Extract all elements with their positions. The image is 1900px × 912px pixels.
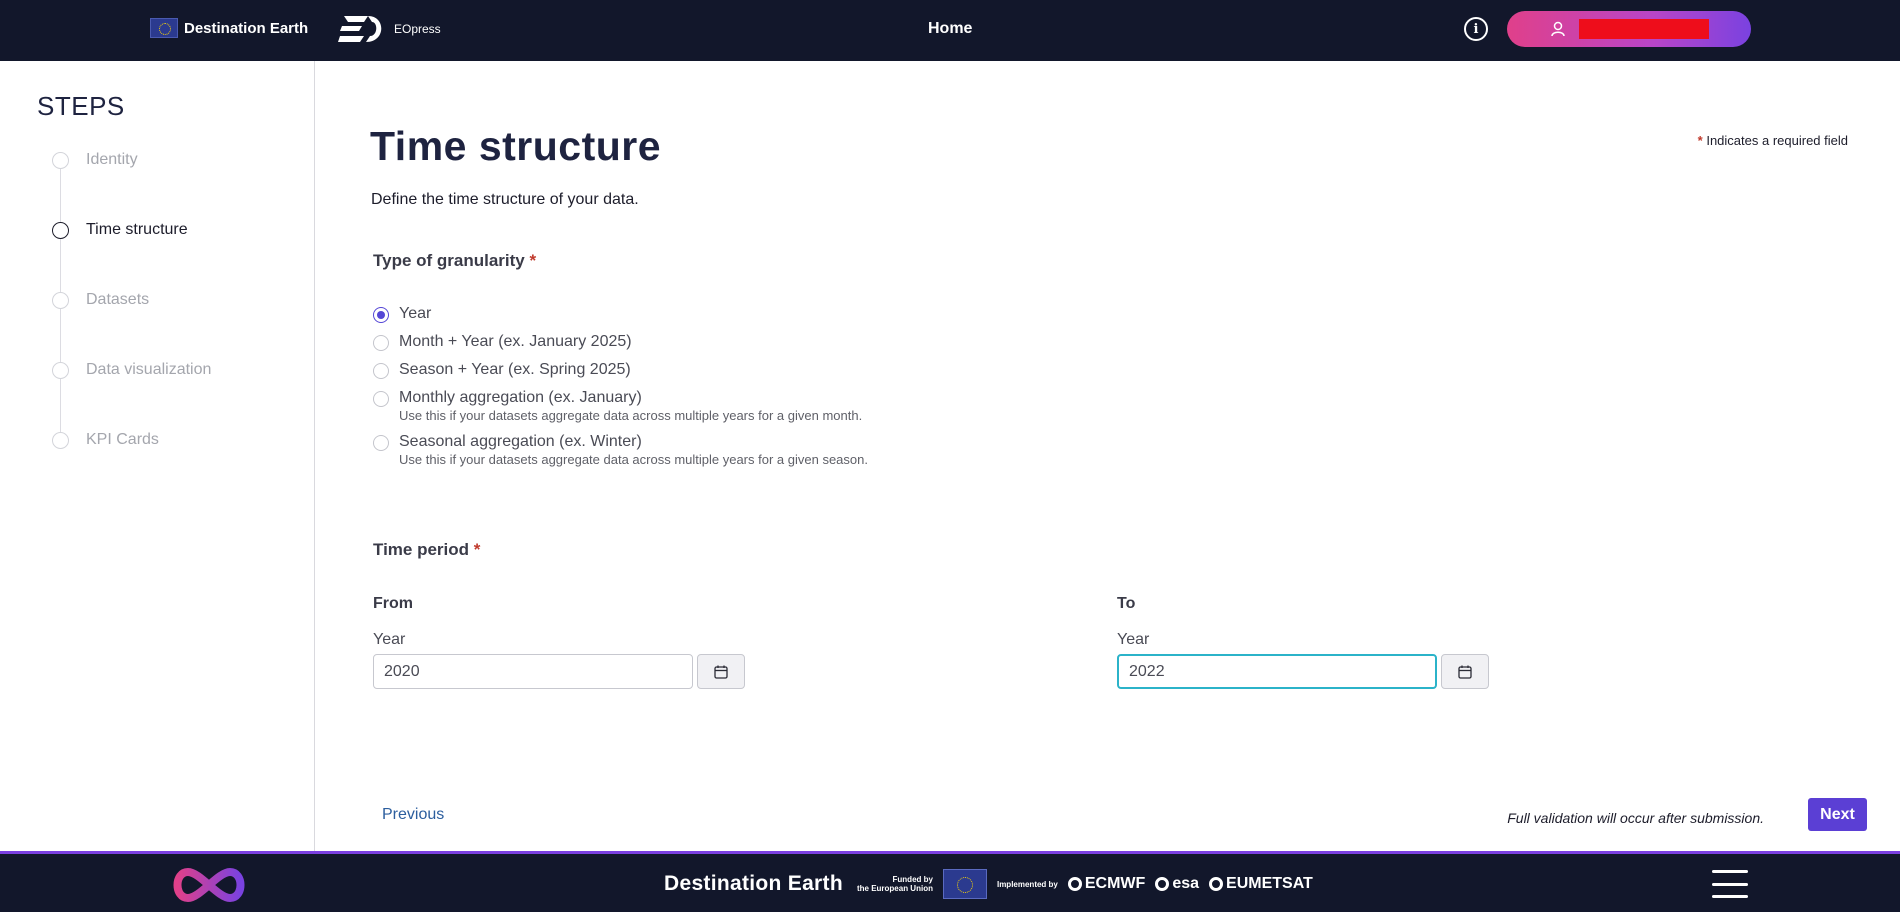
radio-label: Year bbox=[399, 305, 432, 322]
eopress-brand[interactable]: EOpress bbox=[338, 12, 441, 46]
page-subtitle: Define the time structure of your data. bbox=[371, 191, 639, 208]
to-year-label: Year bbox=[1117, 631, 1150, 648]
radio-option-season-year[interactable]: Season + Year (ex. Spring 2025) bbox=[373, 361, 1073, 379]
step-time-structure[interactable]: Time structure bbox=[52, 221, 188, 239]
required-star: * bbox=[529, 251, 537, 270]
infinity-logo-icon[interactable] bbox=[166, 864, 252, 906]
radio-button[interactable] bbox=[373, 435, 389, 451]
destination-earth-brand[interactable]: Destination Earth bbox=[150, 18, 308, 38]
funded-line-1: Funded by bbox=[892, 875, 933, 884]
nav-home-link[interactable]: Home bbox=[928, 20, 972, 38]
step-kpi-cards[interactable]: KPI Cards bbox=[52, 431, 159, 449]
step-label: Time structure bbox=[86, 221, 188, 238]
username-redacted bbox=[1579, 19, 1709, 39]
step-identity[interactable]: Identity bbox=[52, 151, 138, 169]
partner-eumetsat: EUMETSAT bbox=[1209, 875, 1313, 893]
eopress-label: EOpress bbox=[394, 22, 441, 36]
radio-option-year[interactable]: Year bbox=[373, 305, 1073, 323]
partner-label: ECMWF bbox=[1084, 875, 1146, 892]
time-period-label-text: Time period bbox=[373, 540, 470, 559]
funded-by-text: Funded by the European Union bbox=[857, 875, 933, 893]
step-label: Identity bbox=[86, 151, 138, 168]
eopress-logo-icon bbox=[338, 12, 390, 46]
time-period-label: Time period * bbox=[373, 540, 480, 560]
required-note-text: Indicates a required field bbox=[1706, 133, 1848, 148]
radio-option-seasonal-aggregation[interactable]: Seasonal aggregation (ex. Winter) Use th… bbox=[373, 433, 1073, 467]
calendar-icon bbox=[1458, 665, 1472, 679]
eu-flag-icon bbox=[150, 18, 178, 38]
step-dot-icon bbox=[52, 291, 69, 309]
validation-note: Full validation will occur after submiss… bbox=[1507, 810, 1764, 826]
next-button[interactable]: Next bbox=[1808, 798, 1867, 831]
granularity-label-text: Type of granularity bbox=[373, 251, 525, 270]
page-title: Time structure bbox=[370, 123, 662, 169]
radio-label: Seasonal aggregation (ex. Winter) bbox=[399, 433, 642, 450]
granularity-label: Type of granularity * bbox=[373, 251, 536, 271]
hamburger-menu-icon[interactable] bbox=[1712, 870, 1748, 898]
main-content: Time structure * Indicates a required fi… bbox=[316, 61, 1900, 851]
hamburger-bar bbox=[1712, 895, 1748, 898]
partner-label: esa bbox=[1172, 875, 1200, 892]
step-dot-icon bbox=[52, 151, 69, 169]
radio-button[interactable] bbox=[373, 363, 389, 379]
required-field-note: * Indicates a required field bbox=[1698, 133, 1848, 148]
footer: Destination Earth Funded by the European… bbox=[0, 851, 1900, 912]
partner-esa: esa bbox=[1155, 875, 1199, 893]
to-year-input[interactable] bbox=[1117, 654, 1437, 689]
radio-button[interactable] bbox=[373, 307, 389, 323]
required-star: * bbox=[473, 540, 481, 559]
eumetsat-logo-icon bbox=[1209, 877, 1224, 891]
hamburger-bar bbox=[1712, 870, 1748, 873]
radio-option-monthly-aggregation[interactable]: Monthly aggregation (ex. January) Use th… bbox=[373, 389, 1073, 423]
radio-button[interactable] bbox=[373, 391, 389, 407]
footer-partners: Destination Earth Funded by the European… bbox=[664, 869, 1313, 899]
user-icon bbox=[1551, 21, 1565, 37]
step-label: Datasets bbox=[86, 291, 150, 308]
from-heading: From bbox=[373, 595, 413, 612]
to-calendar-button[interactable] bbox=[1441, 654, 1489, 689]
from-year-input[interactable] bbox=[373, 654, 693, 689]
step-label: Data visualization bbox=[86, 361, 212, 378]
step-dot-icon bbox=[52, 431, 69, 449]
step-data-visualization[interactable]: Data visualization bbox=[52, 361, 211, 379]
from-calendar-button[interactable] bbox=[697, 654, 745, 689]
steps-title: STEPS bbox=[37, 91, 125, 121]
to-heading: To bbox=[1117, 595, 1136, 612]
partner-ecmwf: ECMWF bbox=[1067, 875, 1146, 893]
radio-hint: Use this if your datasets aggregate data… bbox=[399, 408, 863, 423]
step-dot-icon bbox=[52, 221, 69, 239]
radio-label: Month + Year (ex. January 2025) bbox=[399, 333, 632, 350]
footer-destination-earth: Destination Earth bbox=[664, 872, 843, 895]
implemented-by-text: Implemented by bbox=[996, 879, 1058, 889]
hamburger-bar bbox=[1712, 882, 1748, 886]
step-label: KPI Cards bbox=[86, 431, 159, 448]
radio-button[interactable] bbox=[373, 335, 389, 351]
step-dot-icon bbox=[52, 361, 69, 379]
calendar-icon bbox=[714, 665, 728, 679]
funded-line-2: the European Union bbox=[856, 884, 933, 893]
eu-flag-icon bbox=[942, 869, 987, 899]
destination-earth-label: Destination Earth bbox=[184, 19, 309, 37]
partner-label: EUMETSAT bbox=[1226, 875, 1313, 892]
info-icon[interactable]: i bbox=[1464, 17, 1488, 41]
ecmwf-logo-icon bbox=[1067, 877, 1082, 891]
user-menu-button[interactable] bbox=[1507, 11, 1751, 47]
radio-label: Season + Year (ex. Spring 2025) bbox=[399, 361, 631, 378]
required-star: * bbox=[1697, 133, 1703, 148]
previous-link[interactable]: Previous bbox=[382, 806, 444, 824]
radio-hint: Use this if your datasets aggregate data… bbox=[399, 452, 868, 467]
radio-label: Monthly aggregation (ex. January) bbox=[399, 389, 642, 406]
radio-option-month-year[interactable]: Month + Year (ex. January 2025) bbox=[373, 333, 1073, 351]
top-bar: Destination Earth EOpress Home i bbox=[0, 0, 1900, 61]
from-year-label: Year bbox=[373, 631, 406, 648]
esa-logo-icon bbox=[1155, 877, 1170, 891]
steps-sidebar: STEPS Identity Time structure Datasets D… bbox=[0, 61, 315, 851]
step-datasets[interactable]: Datasets bbox=[52, 291, 149, 309]
